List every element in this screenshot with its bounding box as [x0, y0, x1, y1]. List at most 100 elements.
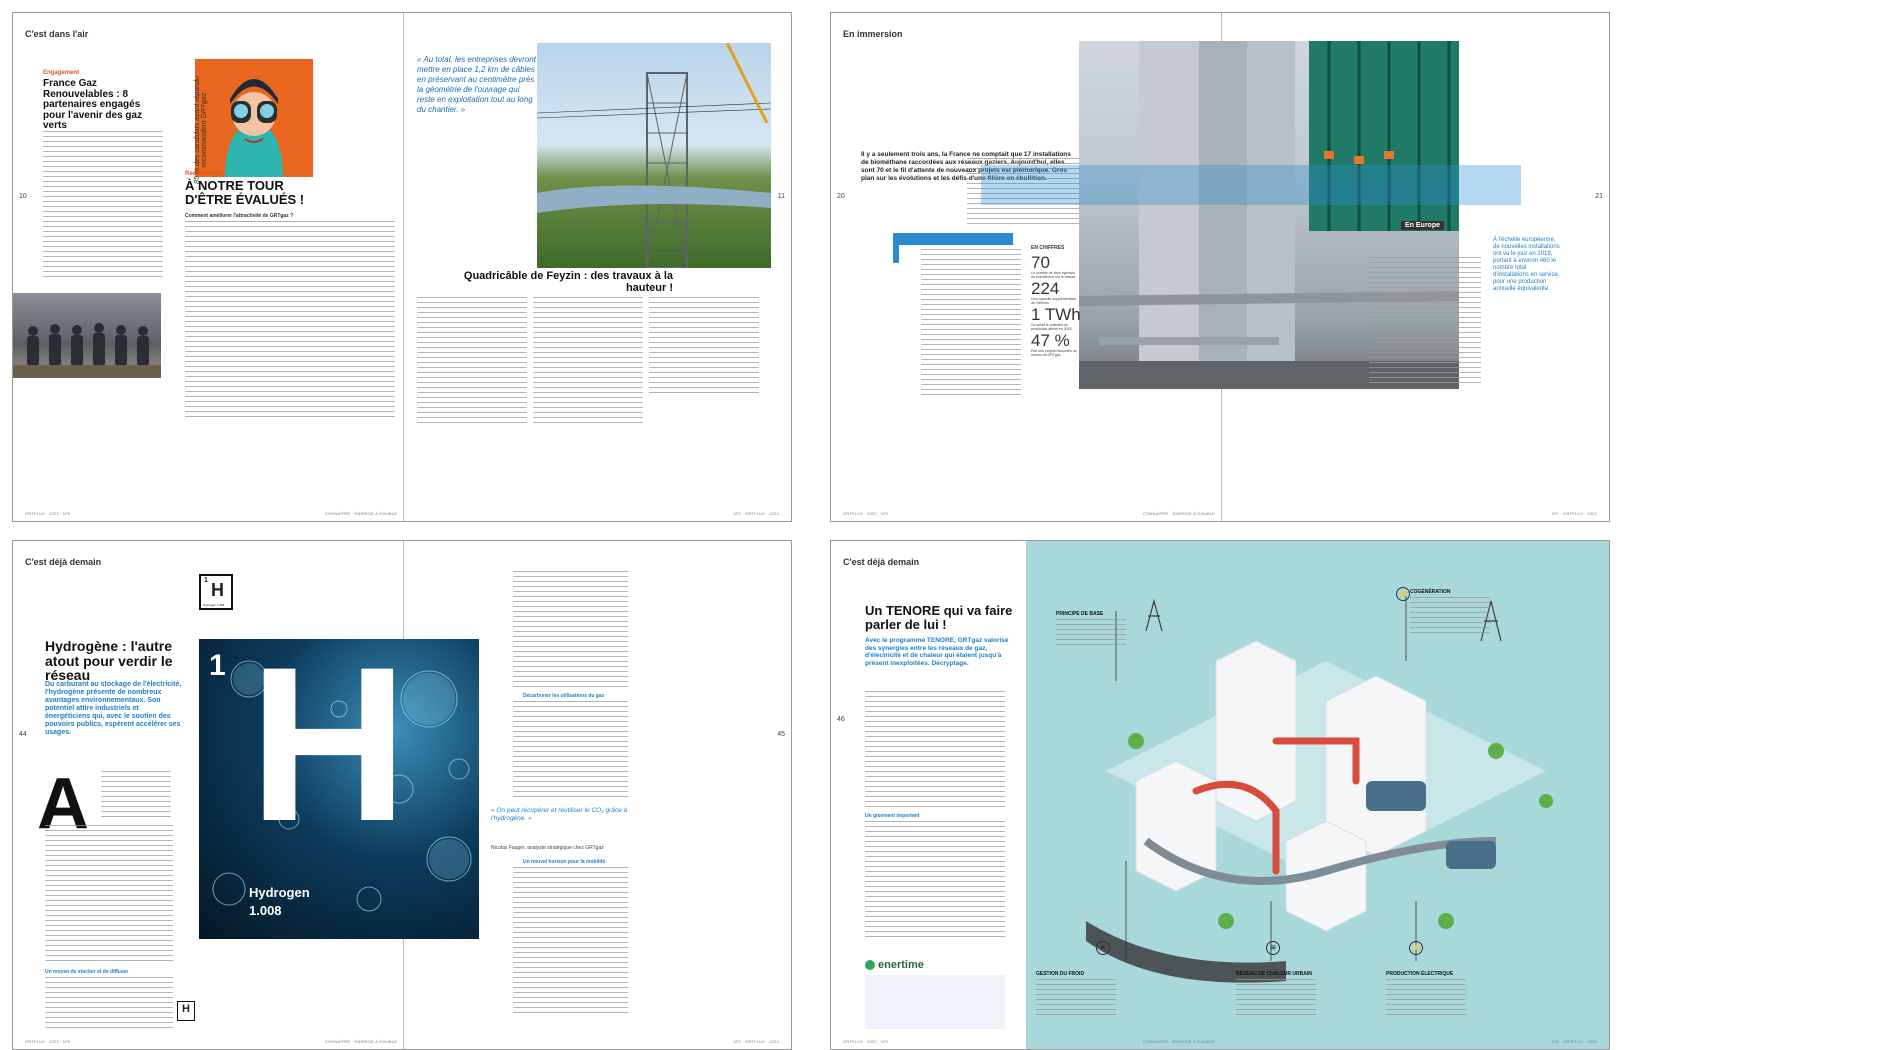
body-text: [865, 691, 1005, 811]
stat-text: Une capacité supplémentaire de GWh/an.: [1031, 297, 1077, 305]
article-title: France Gaz Renouvelables : 8 partenaires…: [43, 78, 143, 131]
binoculars-illustration: [195, 59, 313, 177]
label-power-production: PRODUCTION ÉLECTRIQUE: [1386, 971, 1466, 1019]
stat-text: Le nombre de sites injectant du biométha…: [1031, 271, 1077, 279]
element-symbol: H: [211, 580, 224, 600]
blue-accent-bar: [893, 233, 1013, 245]
europe-text: À l'échelle européenne, de nouvelles ins…: [1493, 237, 1560, 292]
hydrogen-cover: 1 H Hydrogen 1.008: [199, 639, 479, 939]
subhead: Un moyen de stocker et de diffuser: [45, 969, 129, 975]
body-text: [649, 297, 759, 397]
footer: GRTFLUX · 2022 · Nº2: [843, 1039, 889, 1044]
body-text: [1369, 257, 1481, 387]
article-title: Quadricâble de Feyzin : des travaux à la…: [463, 270, 673, 294]
body-text: [101, 771, 171, 821]
stat-text: Part des projets raccordés au réseau de …: [1031, 349, 1077, 357]
stat-value: 1 TWh: [1031, 305, 1081, 324]
footer: CONNAÎTRE · ÉNERGIE À DOUBLE: [325, 1039, 398, 1044]
spread-feyzin: C'est dans l'air 10 11 Engagement France…: [12, 12, 792, 522]
spine: [403, 13, 404, 521]
body-text: [921, 249, 1021, 399]
footer: GRTFLUX · 2022 · Nº2: [25, 511, 71, 516]
article-title: À NOTRE TOUR D'ÊTRE ÉVALUÉS !: [185, 178, 305, 207]
article-title: Un TENORE qui va faire parler de lui !: [865, 603, 1013, 632]
body-text: [43, 131, 163, 281]
spread-hydrogen: C'est déjà demain 44 45 Hydrogène : l'au…: [12, 540, 792, 1050]
section-label: En immersion: [843, 29, 903, 39]
kicker: Recrutement: [185, 171, 222, 177]
label-cold-management: GESTION DU FROID: [1036, 971, 1116, 1019]
page-number: 11: [777, 193, 785, 200]
element-symbol: H: [182, 1003, 190, 1015]
section-label: C'est déjà demain: [25, 557, 102, 567]
body-text: [513, 701, 628, 801]
body-text: [185, 221, 395, 421]
tenore-illustration: PRINCIPE DE BASE COGÉNÉRATION GESTION DU…: [1026, 541, 1609, 1049]
footer: Nº2 · GRTFLUX · 2022: [1551, 511, 1597, 516]
footer: Nº2 · GRTFLUX · 2022: [1551, 1039, 1597, 1044]
europe-label: En Europe: [1401, 221, 1445, 230]
pull-quote: « On peut récupérer et réutiliser le CO₂…: [491, 807, 628, 822]
stat-value: 224: [1031, 279, 1060, 298]
element-name: Hydrogen: [249, 885, 310, 900]
subhead: Un nouvel horizon pour la mobilité: [523, 859, 606, 865]
element-symbol: H: [249, 639, 408, 867]
footer: GRTFLUX · 2022 · Nº2: [843, 511, 889, 516]
page-number: 10: [19, 193, 27, 200]
section-label: C'est dans l'air: [25, 29, 89, 39]
enertime-logo: enertime: [865, 959, 924, 971]
kicker: Engagement: [43, 70, 80, 76]
section-label: C'est déjà demain: [843, 557, 920, 567]
page-number: 21: [1595, 193, 1603, 200]
body-text: [533, 297, 643, 427]
element-tile-small: 1 H Hydrogen 1.008: [199, 574, 233, 610]
page-number: 45: [777, 731, 785, 738]
blue-accent-bar: [893, 233, 899, 263]
stat-text: Ce serait le potentiel de production att…: [1031, 323, 1073, 331]
quote-author: Nicolas Fauger, analyste stratégique che…: [491, 845, 604, 851]
footer: CONNAÎTRE · ÉNERGIE À DOUBLE: [325, 511, 398, 516]
label-cogeneration: COGÉNÉRATION: [1410, 589, 1490, 637]
logo-text: enertime: [878, 959, 924, 971]
footer: CONNAÎTRE · ÉNERGIE À DOUBLE: [1143, 1039, 1216, 1044]
footer: Nº2 · GRTFLUX · 2022: [733, 1039, 779, 1044]
label-base-principle: PRINCIPE DE BASE: [1056, 611, 1126, 645]
footer: GRTFLUX · 2022 · Nº2: [25, 1039, 71, 1044]
figures-label: EN CHIFFRES: [1031, 245, 1065, 251]
element-number: 1: [209, 649, 226, 682]
page-number: 20: [837, 193, 845, 200]
snowflake-icon: ✳: [1096, 941, 1110, 955]
stat-value: 70: [1031, 253, 1050, 272]
subhead: Un gisement important: [865, 813, 920, 819]
subhead: Décarboner les utilisations du gaz: [523, 693, 605, 699]
lightning-icon: ⚡: [1409, 941, 1423, 955]
page-number: 44: [19, 731, 27, 738]
element-number: 1: [204, 577, 208, 584]
element-mass: 1.008: [249, 903, 282, 918]
lightning-icon: ⚡: [1396, 587, 1410, 601]
body-text: [865, 821, 1005, 941]
body-text: [45, 977, 173, 1032]
body-text: [417, 297, 527, 427]
footer: Nº2 · GRTFLUX · 2022: [733, 511, 779, 516]
label-district-heating: RÉSEAU DE CHALEUR URBAIN: [1236, 971, 1316, 1019]
element-tile-bottom: H: [177, 1001, 195, 1021]
sidebar-box: [865, 975, 1005, 1029]
pull-quote: « Au total, les entreprises devront mett…: [417, 55, 536, 114]
team-photo: [13, 293, 161, 378]
body-text: [513, 867, 628, 1017]
question: Comment améliorer l'attractivité de GRTg…: [185, 213, 294, 219]
body-text: [45, 825, 173, 965]
heat-icon: ≋: [1266, 941, 1280, 955]
subtitle: Du carburant au stockage de l'électricit…: [45, 681, 182, 736]
pylon-photo: [537, 43, 771, 268]
stat-value: 47 %: [1031, 331, 1070, 350]
body-text: [513, 571, 628, 691]
element-caption: Hydrogen 1.008: [203, 603, 225, 607]
group-figures: [13, 323, 161, 378]
article-title: Hydrogène : l'autre atout pour verdir le…: [45, 638, 173, 684]
spread-biomethane: En immersion 20 21 Il y a seulement troi…: [830, 12, 1610, 522]
logo-mark-icon: [865, 960, 875, 970]
spread-tenore: C'est déjà demain 46 47 Un TENORE qui va…: [830, 540, 1610, 1050]
blue-band: [981, 165, 1521, 205]
